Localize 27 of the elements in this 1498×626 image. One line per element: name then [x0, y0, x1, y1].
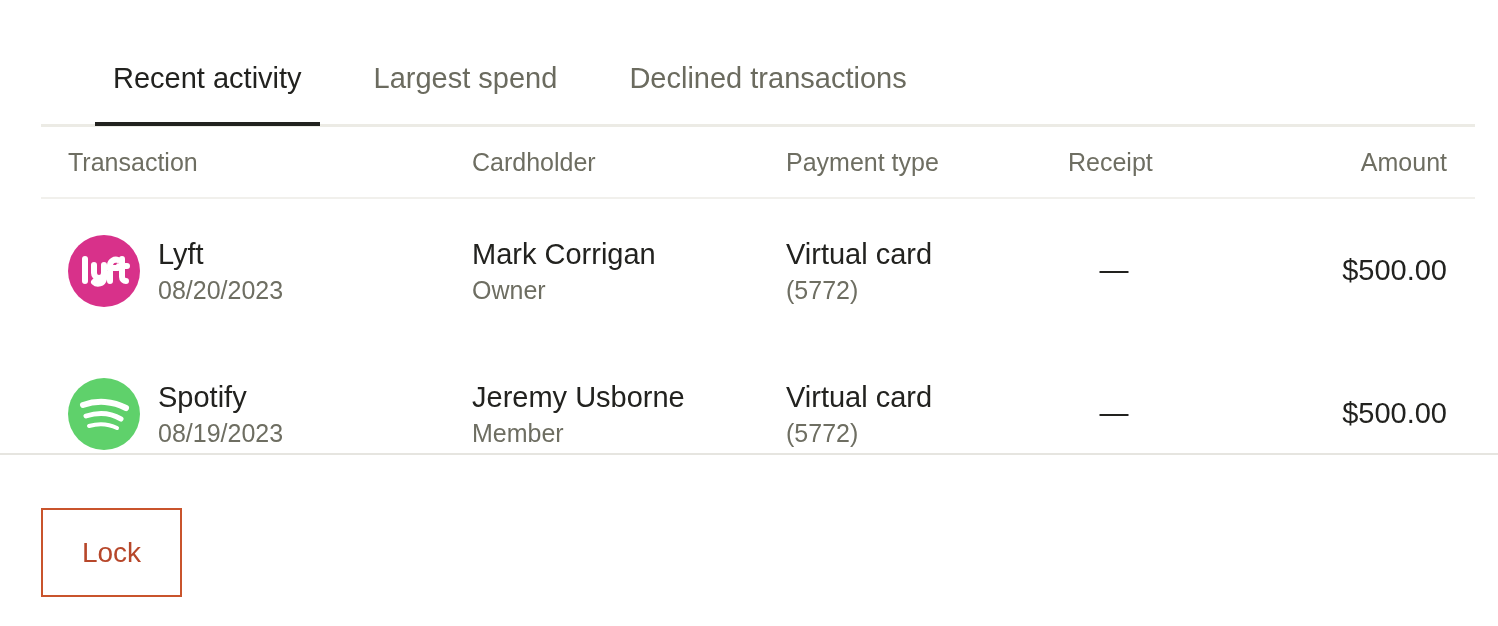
amount: $500.00: [1342, 254, 1447, 286]
cardholder-role: Owner: [472, 274, 546, 306]
lock-button[interactable]: Lock: [41, 508, 182, 597]
column-header: Cardholder: [472, 147, 597, 177]
payment-type: Virtual card: [786, 379, 933, 415]
cardholder-role: Member: [472, 417, 564, 449]
cardholder-name: Jeremy Usborne: [472, 379, 685, 415]
column-header: Transaction: [68, 147, 199, 177]
tab[interactable]: Recent activity: [95, 52, 320, 126]
transaction-date: 08/20/2023: [158, 274, 284, 306]
receipt-status: —: [1099, 397, 1129, 429]
card-number: (5772): [786, 417, 859, 449]
merchant-name: Lyft: [158, 236, 204, 272]
card-number: (5772): [786, 274, 859, 306]
amount: $500.00: [1342, 397, 1447, 429]
merchant-logo-icon: [68, 234, 140, 307]
receipt-status: —: [1099, 254, 1129, 286]
tab[interactable]: Largest spend: [355, 52, 576, 126]
tab[interactable]: Declined transactions: [611, 52, 925, 126]
column-header: Receipt: [1068, 147, 1154, 177]
payment-type: Virtual card: [786, 236, 933, 272]
merchant-name: Spotify: [158, 379, 247, 415]
column-header: Payment type: [786, 147, 940, 177]
transaction-date: 08/19/2023: [158, 417, 284, 449]
cardholder-name: Mark Corrigan: [472, 236, 656, 272]
merchant-logo-icon: [68, 377, 140, 450]
column-header: Amount: [1359, 147, 1447, 177]
